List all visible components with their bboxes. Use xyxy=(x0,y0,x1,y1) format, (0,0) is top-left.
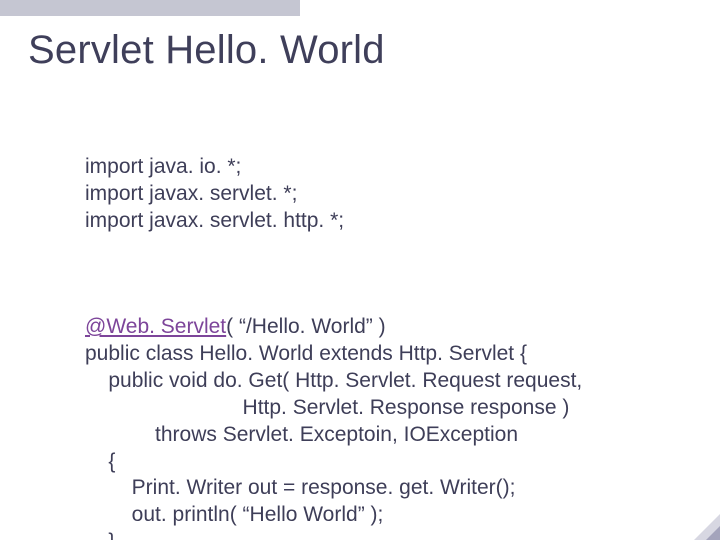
import-line: import javax. servlet. *; xyxy=(85,182,297,205)
code-line: throws Servlet. Exceptoin, IOException xyxy=(85,423,518,446)
slide: Servlet Hello. World import java. io. *;… xyxy=(0,0,720,540)
code-line: out. println( “Hello World” ); xyxy=(85,503,383,526)
code-line: } xyxy=(85,530,115,540)
code-block: @Web. Servlet( “/Hello. World” ) public … xyxy=(85,314,690,540)
slide-body: import java. io. *; import javax. servle… xyxy=(85,100,690,540)
code-line: ( “/Hello. World” ) xyxy=(226,315,385,338)
corner-fold-icon xyxy=(694,514,720,540)
imports-block: import java. io. *; import javax. servle… xyxy=(85,154,690,235)
code-line: Print. Writer out = response. get. Write… xyxy=(85,476,515,499)
code-line: Http. Servlet. Response response ) xyxy=(85,396,569,419)
code-line: public class Hello. World extends Http. … xyxy=(85,342,527,365)
import-line: import java. io. *; xyxy=(85,155,241,178)
code-line: { xyxy=(85,450,115,473)
slide-title: Servlet Hello. World xyxy=(28,28,385,73)
top-accent-bar xyxy=(0,0,300,16)
import-line: import javax. servlet. http. *; xyxy=(85,209,344,232)
annotation: @Web. Servlet xyxy=(85,315,226,338)
code-line: public void do. Get( Http. Servlet. Requ… xyxy=(85,369,582,392)
